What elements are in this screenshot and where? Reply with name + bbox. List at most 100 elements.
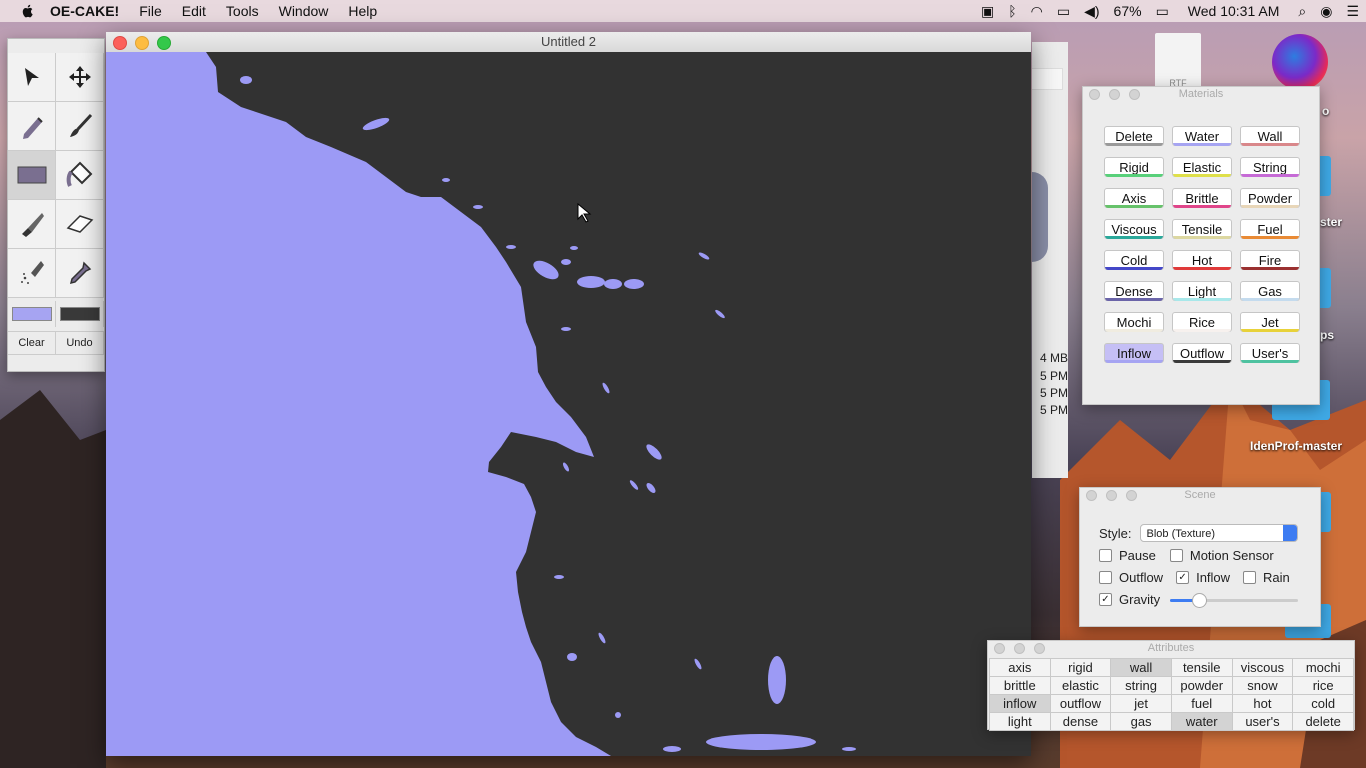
apple-icon[interactable] — [20, 3, 36, 19]
background-window[interactable]: 4 MB 5 PM 5 PM 5 PM — [1032, 42, 1068, 478]
select-tool[interactable] — [8, 53, 56, 102]
material-button-outflow[interactable]: Outflow — [1172, 343, 1232, 363]
spray-tool[interactable] — [8, 249, 56, 298]
attribute-cell[interactable]: delete — [1292, 712, 1354, 731]
secondary-color-swatch[interactable] — [56, 301, 104, 327]
desktop-label[interactable]: ster — [1320, 215, 1342, 229]
minimize-panel-button[interactable] — [1106, 490, 1117, 501]
airplay-icon[interactable]: ▭ — [1050, 3, 1077, 20]
attribute-cell[interactable]: axis — [989, 658, 1051, 677]
material-button-inflow[interactable]: Inflow — [1104, 343, 1164, 363]
attribute-cell[interactable]: wall — [1110, 658, 1172, 677]
bluetooth-icon[interactable]: ᛒ — [1001, 3, 1023, 19]
siri-icon[interactable]: ◉ — [1313, 3, 1339, 20]
battery-icon[interactable]: ▭ — [1149, 3, 1176, 20]
attribute-cell[interactable]: elastic — [1049, 676, 1112, 695]
browser-app-icon[interactable] — [1272, 34, 1328, 90]
material-button-powder[interactable]: Powder — [1240, 188, 1300, 208]
attribute-cell[interactable]: cold — [1292, 694, 1354, 713]
desktop-label[interactable]: o — [1322, 104, 1329, 118]
pencil-tool[interactable] — [8, 102, 56, 151]
attribute-cell[interactable]: tensile — [1170, 658, 1233, 677]
attribute-cell[interactable]: rigid — [1049, 658, 1112, 677]
undo-button[interactable]: Undo — [56, 331, 104, 355]
zoom-panel-button[interactable] — [1129, 89, 1140, 100]
material-button-string[interactable]: String — [1240, 157, 1300, 177]
close-panel-button[interactable] — [1089, 89, 1100, 100]
desktop-label[interactable]: IdenProf-master — [1250, 439, 1342, 453]
gravity-slider-knob[interactable] — [1192, 593, 1208, 608]
motion-sensor-checkbox[interactable] — [1169, 549, 1183, 562]
attribute-cell[interactable]: fuel — [1170, 694, 1233, 713]
material-button-dense[interactable]: Dense — [1104, 281, 1164, 301]
material-button-light[interactable]: Light — [1172, 281, 1232, 301]
zoom-window-button[interactable] — [157, 36, 171, 50]
material-button-rice[interactable]: Rice — [1172, 312, 1232, 332]
search-icon[interactable]: ⌕ — [1291, 3, 1313, 20]
attribute-cell[interactable]: jet — [1110, 694, 1172, 713]
notification-center-icon[interactable]: ☰ — [1339, 3, 1366, 20]
panel-titlebar[interactable]: Scene — [1080, 488, 1320, 502]
pause-checkbox[interactable] — [1099, 549, 1112, 562]
eyedropper-tool[interactable] — [56, 249, 104, 298]
material-button-fuel[interactable]: Fuel — [1240, 219, 1300, 239]
material-button-wall[interactable]: Wall — [1240, 126, 1300, 146]
panel-titlebar[interactable]: Materials — [1083, 87, 1319, 101]
attribute-cell[interactable]: string — [1110, 676, 1172, 695]
attribute-cell[interactable]: gas — [1110, 712, 1172, 731]
simulation-canvas[interactable] — [106, 52, 1031, 756]
desktop-label[interactable]: ps — [1320, 328, 1334, 342]
style-select[interactable]: Blob (Texture) — [1139, 524, 1298, 542]
menu-window[interactable]: Window — [269, 3, 339, 19]
clock[interactable]: Wed 10:31 AM — [1176, 3, 1292, 19]
gravity-checkbox[interactable]: ✓ — [1099, 593, 1112, 606]
material-button-axis[interactable]: Axis — [1104, 188, 1164, 208]
close-panel-button[interactable] — [994, 643, 1005, 654]
material-button-tensile[interactable]: Tensile — [1172, 219, 1232, 239]
minimize-panel-button[interactable] — [1014, 643, 1025, 654]
attribute-cell[interactable]: powder — [1170, 676, 1233, 695]
attribute-cell[interactable]: viscous — [1231, 658, 1294, 677]
menu-help[interactable]: Help — [338, 3, 387, 19]
eraser-tool[interactable] — [56, 200, 104, 249]
brush-tool[interactable] — [56, 102, 104, 151]
material-button-gas[interactable]: Gas — [1240, 281, 1300, 301]
attribute-cell[interactable]: rice — [1292, 676, 1354, 695]
close-panel-button[interactable] — [1086, 490, 1097, 501]
window-titlebar[interactable]: Untitled 2 — [106, 32, 1031, 52]
attribute-cell[interactable]: inflow — [989, 694, 1051, 713]
attribute-cell[interactable]: hot — [1231, 694, 1294, 713]
attribute-cell[interactable]: user's — [1231, 712, 1294, 731]
rectangle-tool[interactable] — [8, 151, 56, 200]
material-button-fire[interactable]: Fire — [1240, 250, 1300, 270]
move-tool[interactable] — [56, 53, 104, 102]
attribute-cell[interactable]: light — [989, 712, 1051, 731]
panel-titlebar[interactable]: Attributes — [988, 641, 1354, 655]
menu-tools[interactable]: Tools — [216, 3, 269, 19]
zoom-panel-button[interactable] — [1126, 490, 1137, 501]
material-button-mochi[interactable]: Mochi — [1104, 312, 1164, 332]
close-window-button[interactable] — [113, 36, 127, 50]
attribute-cell[interactable]: outflow — [1049, 694, 1112, 713]
wifi-icon[interactable]: ◠ — [1024, 3, 1050, 20]
attribute-cell[interactable]: water — [1170, 712, 1233, 731]
menu-file[interactable]: File — [129, 3, 172, 19]
fill-tool[interactable] — [56, 151, 104, 200]
material-button-water[interactable]: Water — [1172, 126, 1232, 146]
gravity-slider[interactable] — [1170, 593, 1298, 608]
primary-color-swatch[interactable] — [8, 301, 56, 327]
material-button-delete[interactable]: Delete — [1104, 126, 1164, 146]
minimize-panel-button[interactable] — [1109, 89, 1120, 100]
material-button-brittle[interactable]: Brittle — [1172, 188, 1232, 208]
package-icon[interactable]: ▣ — [974, 3, 1001, 20]
knife-tool[interactable] — [8, 200, 56, 249]
attribute-cell[interactable]: mochi — [1292, 658, 1354, 677]
attribute-cell[interactable]: snow — [1231, 676, 1294, 695]
material-button-jet[interactable]: Jet — [1240, 312, 1300, 332]
attribute-cell[interactable]: brittle — [989, 676, 1051, 695]
outflow-checkbox[interactable] — [1099, 571, 1112, 584]
inflow-checkbox[interactable]: ✓ — [1176, 571, 1190, 584]
material-button-viscous[interactable]: Viscous — [1104, 219, 1164, 239]
material-button-elastic[interactable]: Elastic — [1172, 157, 1232, 177]
menu-edit[interactable]: Edit — [172, 3, 216, 19]
